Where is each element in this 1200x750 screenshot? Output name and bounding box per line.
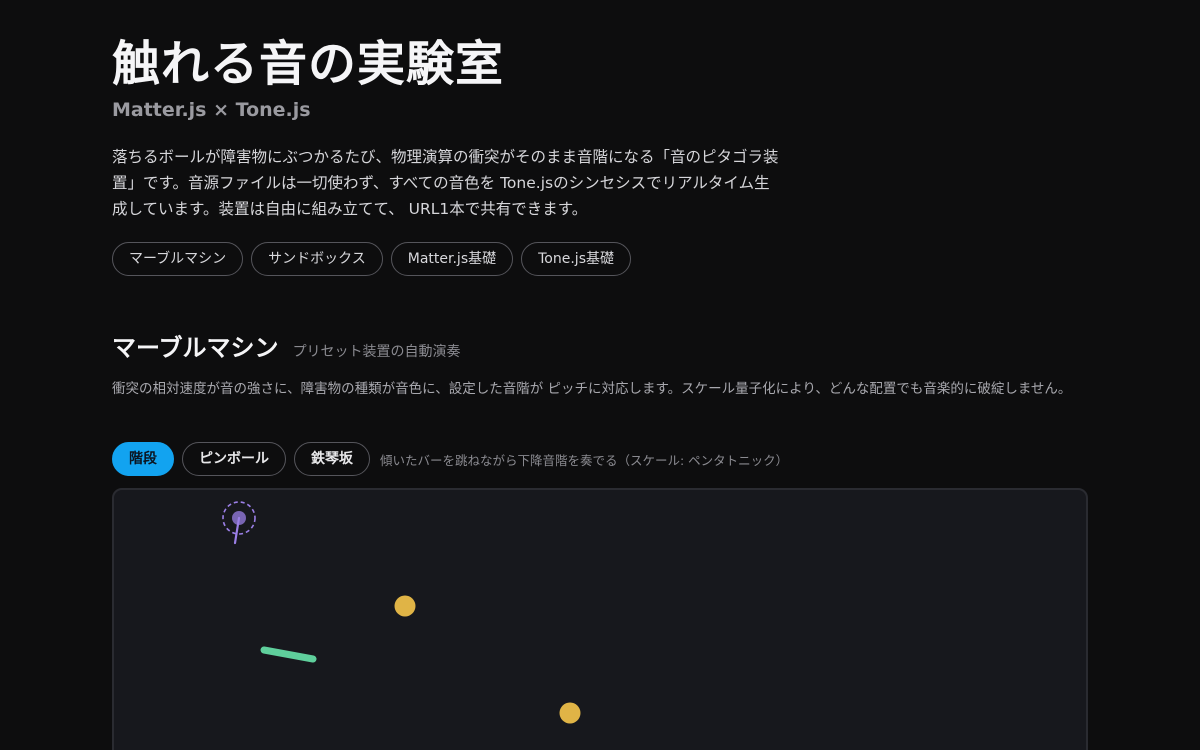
simulation-svg [222,501,581,724]
falling-ball [559,702,581,724]
intro-paragraph: 落ちるボールが障害物にぶつかるたび、物理演算の衝突がそのまま音階になる「音のピタ… [112,148,779,218]
section-header: マーブルマシン プリセット装置の自動演奏 [112,332,1088,364]
tab-sandbox[interactable]: サンドボックス [251,242,383,276]
tab-matterjs-basics[interactable]: Matter.js基礎 [390,242,514,276]
tab-tonejs-basics[interactable]: Tone.js基礎 [521,242,631,276]
preset-button-pinball[interactable]: ピンボール [182,442,286,476]
preset-button-glockenspiel-slope[interactable]: 鉄琴坂 [294,442,370,476]
preset-selector: 階段 ピンボール 鉄琴坂 傾いたバーを跳ねながら下降音階を奏でる（スケール: ペ… [112,442,788,476]
ball-spawner[interactable] [222,501,256,545]
preset-button-stairs[interactable]: 階段 [112,442,174,476]
hero: 触れる音の実験室 Matter.js × Tone.js 落ちるボールが障害物に… [112,32,792,222]
tab-marble-machine[interactable]: マーブルマシン [112,242,244,276]
physics-canvas[interactable] [112,488,1088,750]
section-subtitle: プリセット装置の自動演奏 [292,344,461,360]
falling-ball [394,595,416,617]
page-title: 触れる音の実験室 [112,36,505,92]
section-description: 衝突の相対速度が音の強さに、障害物の種類が音色に、設定した音階が ピッチに対応し… [112,381,1072,397]
preset-description: 傾いたバーを跳ねながら下降音階を奏でる（スケール: ペンタトニック） [380,452,789,468]
page: 触れる音の実験室 Matter.js × Tone.js 落ちるボールが障害物に… [0,0,1200,750]
topic-tabs: マーブルマシン サンドボックス Matter.js基礎 Tone.js基礎 [112,242,631,276]
section-title: マーブルマシン [112,334,279,362]
tilted-bar[interactable] [260,646,317,663]
page-subtitle: Matter.js × Tone.js [112,99,311,121]
marble-machine-section: マーブルマシン プリセット装置の自動演奏 衝突の相対速度が音の強さに、障害物の種… [112,332,1088,400]
